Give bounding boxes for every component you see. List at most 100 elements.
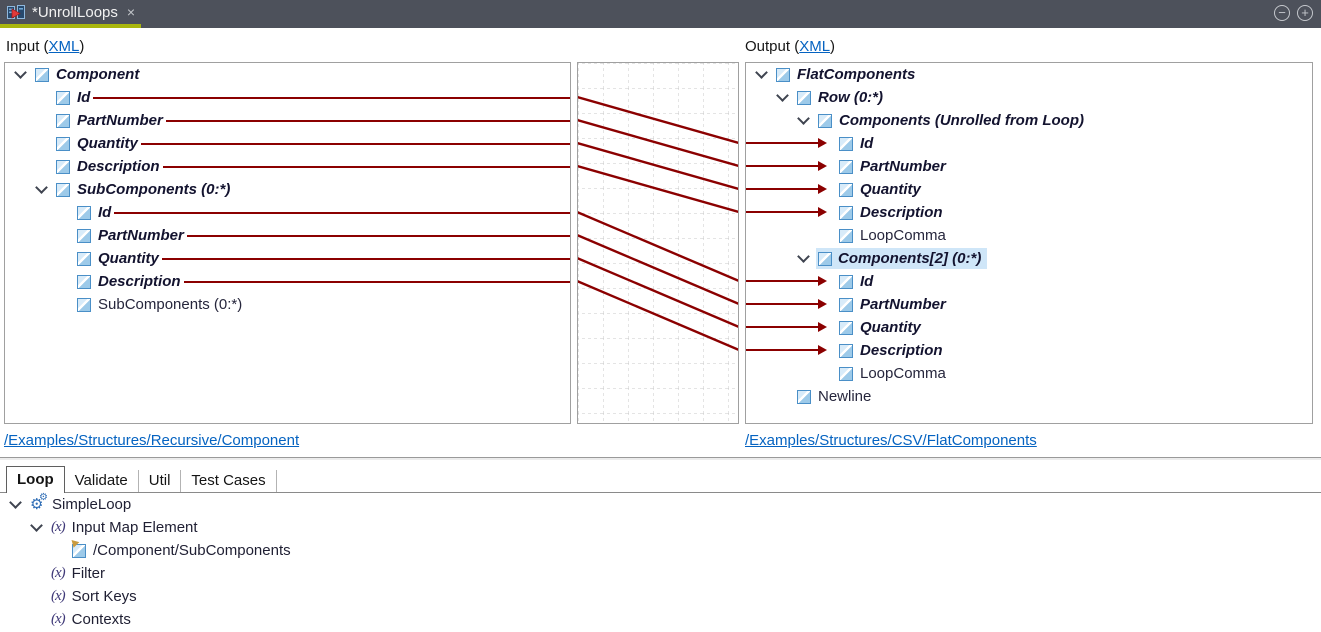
node-icon	[818, 114, 832, 128]
tab-test-cases[interactable]: Test Cases	[181, 470, 276, 492]
input-row-partnumber[interactable]: PartNumber	[5, 109, 570, 132]
node-icon	[839, 298, 853, 312]
node-icon	[839, 367, 853, 381]
output-row-partnumber-2[interactable]: PartNumber	[746, 293, 1312, 316]
chevron-down-icon[interactable]	[30, 519, 43, 532]
tab-title: *UnrollLoops	[32, 4, 118, 21]
mapping-arrow	[746, 326, 818, 328]
mapping-arrow	[746, 188, 818, 190]
zoom-out-button[interactable]: −	[1274, 5, 1290, 21]
fx-icon: (x)	[51, 519, 65, 536]
node-icon	[56, 160, 70, 174]
mapping-line	[187, 235, 570, 237]
node-icon	[35, 68, 49, 82]
output-row-newline[interactable]: Newline	[746, 385, 1312, 408]
output-row-id[interactable]: Id	[746, 132, 1312, 155]
output-row-id-2[interactable]: Id	[746, 270, 1312, 293]
mapping-arrow	[746, 349, 818, 351]
input-row-subcomponents[interactable]: SubComponents (0:*)	[5, 178, 570, 201]
input-path-link[interactable]: /Examples/Structures/Recursive/Component	[4, 432, 299, 449]
mapping-arrow	[746, 142, 818, 144]
tab-validate[interactable]: Validate	[65, 470, 139, 492]
output-row-components2[interactable]: Components[2] (0:*)	[746, 247, 1312, 270]
loop-tree: ⚙⚙ SimpleLoop (x) Input Map Element /Com…	[0, 493, 1321, 631]
splitter[interactable]	[0, 457, 1321, 460]
chevron-down-icon[interactable]	[9, 496, 22, 509]
fx-icon: (x)	[51, 565, 65, 582]
fx-icon: (x)	[51, 588, 65, 605]
chevron-down-icon[interactable]	[35, 181, 48, 194]
active-tab-underline	[0, 24, 141, 28]
node-icon	[77, 206, 91, 220]
node-icon	[56, 91, 70, 105]
chevron-down-icon[interactable]	[14, 66, 27, 79]
loop-row-contexts[interactable]: (x) Contexts	[0, 608, 1321, 631]
output-tree-panel: FlatComponents Row (0:*) Components (Unr…	[745, 62, 1313, 424]
input-row-id[interactable]: Id	[5, 86, 570, 109]
chevron-down-icon[interactable]	[776, 89, 789, 102]
node-icon	[56, 114, 70, 128]
title-bar: *UnrollLoops × − +	[0, 0, 1321, 28]
input-xml-link[interactable]: XML	[49, 38, 80, 55]
mapping-grid-panel	[577, 62, 739, 424]
output-header: Output (XML)	[745, 38, 835, 55]
node-icon	[77, 252, 91, 266]
output-xml-link[interactable]: XML	[799, 38, 830, 55]
output-row-components-unrolled[interactable]: Components (Unrolled from Loop)	[746, 109, 1312, 132]
input-row-sub-subcomponents[interactable]: SubComponents (0:*)	[5, 293, 570, 316]
output-path-link[interactable]: /Examples/Structures/CSV/FlatComponents	[745, 432, 1037, 449]
output-row-loopcomma[interactable]: LoopComma	[746, 224, 1312, 247]
input-row-sub-description[interactable]: Description	[5, 270, 570, 293]
input-header: Input (XML)	[6, 38, 84, 55]
loop-row-simpleloop[interactable]: ⚙⚙ SimpleLoop	[0, 493, 1321, 516]
bottom-tabstrip: Loop Validate Util Test Cases	[0, 466, 1321, 493]
node-icon	[839, 229, 853, 243]
node-icon	[797, 91, 811, 105]
node-icon	[77, 298, 91, 312]
tab-loop[interactable]: Loop	[6, 466, 65, 493]
mapping-arrow	[746, 165, 818, 167]
output-row-description[interactable]: Description	[746, 201, 1312, 224]
input-row-sub-id[interactable]: Id	[5, 201, 570, 224]
mapping-line	[163, 166, 570, 168]
node-icon	[839, 183, 853, 197]
input-row-quantity[interactable]: Quantity	[5, 132, 570, 155]
input-row-sub-quantity[interactable]: Quantity	[5, 247, 570, 270]
input-tree-panel: Component Id PartNumber Quantity Descrip…	[4, 62, 571, 424]
node-icon	[839, 137, 853, 151]
mapping-line	[162, 258, 570, 260]
output-row-quantity[interactable]: Quantity	[746, 178, 1312, 201]
input-row-component[interactable]: Component	[5, 63, 570, 86]
selected-row-highlight: Components[2] (0:*)	[816, 248, 987, 269]
output-row-flatcomponents[interactable]: FlatComponents	[746, 63, 1312, 86]
input-row-description[interactable]: Description	[5, 155, 570, 178]
output-row-quantity-2[interactable]: Quantity	[746, 316, 1312, 339]
chevron-down-icon[interactable]	[797, 250, 810, 263]
loop-row-filter[interactable]: (x) Filter	[0, 562, 1321, 585]
mapping-arrow	[746, 303, 818, 305]
loop-row-input-map-element[interactable]: (x) Input Map Element	[0, 516, 1321, 539]
node-icon	[77, 275, 91, 289]
loop-row-component-subcomponents[interactable]: /Component/SubComponents	[0, 539, 1321, 562]
loop-row-sort-keys[interactable]: (x) Sort Keys	[0, 585, 1321, 608]
output-row-row[interactable]: Row (0:*)	[746, 86, 1312, 109]
chevron-down-icon[interactable]	[755, 66, 768, 79]
node-icon	[797, 390, 811, 404]
node-icon	[839, 275, 853, 289]
tab-close-icon[interactable]: ×	[127, 4, 135, 20]
fx-icon: (x)	[51, 611, 65, 628]
output-row-partnumber[interactable]: PartNumber	[746, 155, 1312, 178]
input-row-sub-partnumber[interactable]: PartNumber	[5, 224, 570, 247]
node-icon	[776, 68, 790, 82]
tab-util[interactable]: Util	[139, 470, 182, 492]
output-row-loopcomma-2[interactable]: LoopComma	[746, 362, 1312, 385]
node-icon	[56, 183, 70, 197]
node-icon	[56, 137, 70, 151]
chevron-down-icon[interactable]	[797, 112, 810, 125]
mapping-arrow	[746, 211, 818, 213]
zoom-in-button[interactable]: +	[1297, 5, 1313, 21]
output-row-description-2[interactable]: Description	[746, 339, 1312, 362]
document-tab[interactable]: *UnrollLoops ×	[0, 0, 141, 24]
node-icon	[839, 321, 853, 335]
mapping-line	[184, 281, 570, 283]
